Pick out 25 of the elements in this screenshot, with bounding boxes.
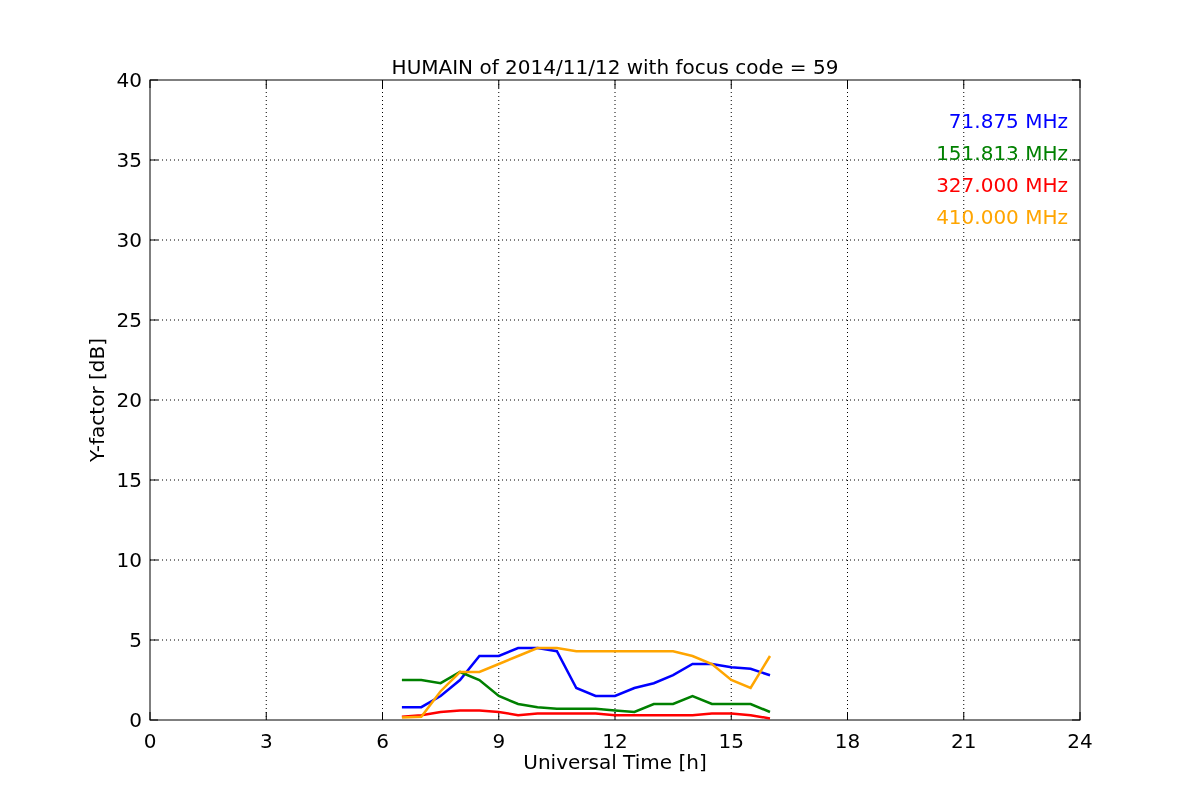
x-tick-label: 12 xyxy=(602,729,628,753)
legend-label: 151.813 MHz xyxy=(936,141,1068,165)
y-tick-label: 0 xyxy=(129,708,142,732)
legend-label: 410.000 MHz xyxy=(936,205,1068,229)
y-tick-label: 5 xyxy=(129,628,142,652)
y-tick-label: 15 xyxy=(116,468,142,492)
y-tick-label: 20 xyxy=(116,388,142,412)
y-tick-label: 30 xyxy=(116,228,142,252)
x-tick-label: 0 xyxy=(143,729,157,753)
y-axis-label: Y-factor [dB] xyxy=(85,338,109,462)
legend-label: 327.000 MHz xyxy=(936,173,1068,197)
x-tick-label: 15 xyxy=(718,729,744,753)
y-tick-label: 40 xyxy=(116,68,142,92)
x-tick-label: 24 xyxy=(1067,729,1093,753)
x-tick-label: 3 xyxy=(259,729,273,753)
legend-label: 71.875 MHz xyxy=(948,109,1068,133)
y-tick-label: 35 xyxy=(116,148,142,172)
x-tick-label: 6 xyxy=(376,729,389,753)
x-tick-label: 21 xyxy=(951,729,977,753)
x-axis-label: Universal Time [h] xyxy=(523,750,707,774)
chart-title: HUMAIN of 2014/11/12 with focus code = 59 xyxy=(391,55,839,79)
y-tick-label: 25 xyxy=(116,308,142,332)
x-tick-label: 18 xyxy=(834,729,861,753)
y-tick-label: 10 xyxy=(116,548,142,572)
x-tick-label: 9 xyxy=(492,729,506,753)
